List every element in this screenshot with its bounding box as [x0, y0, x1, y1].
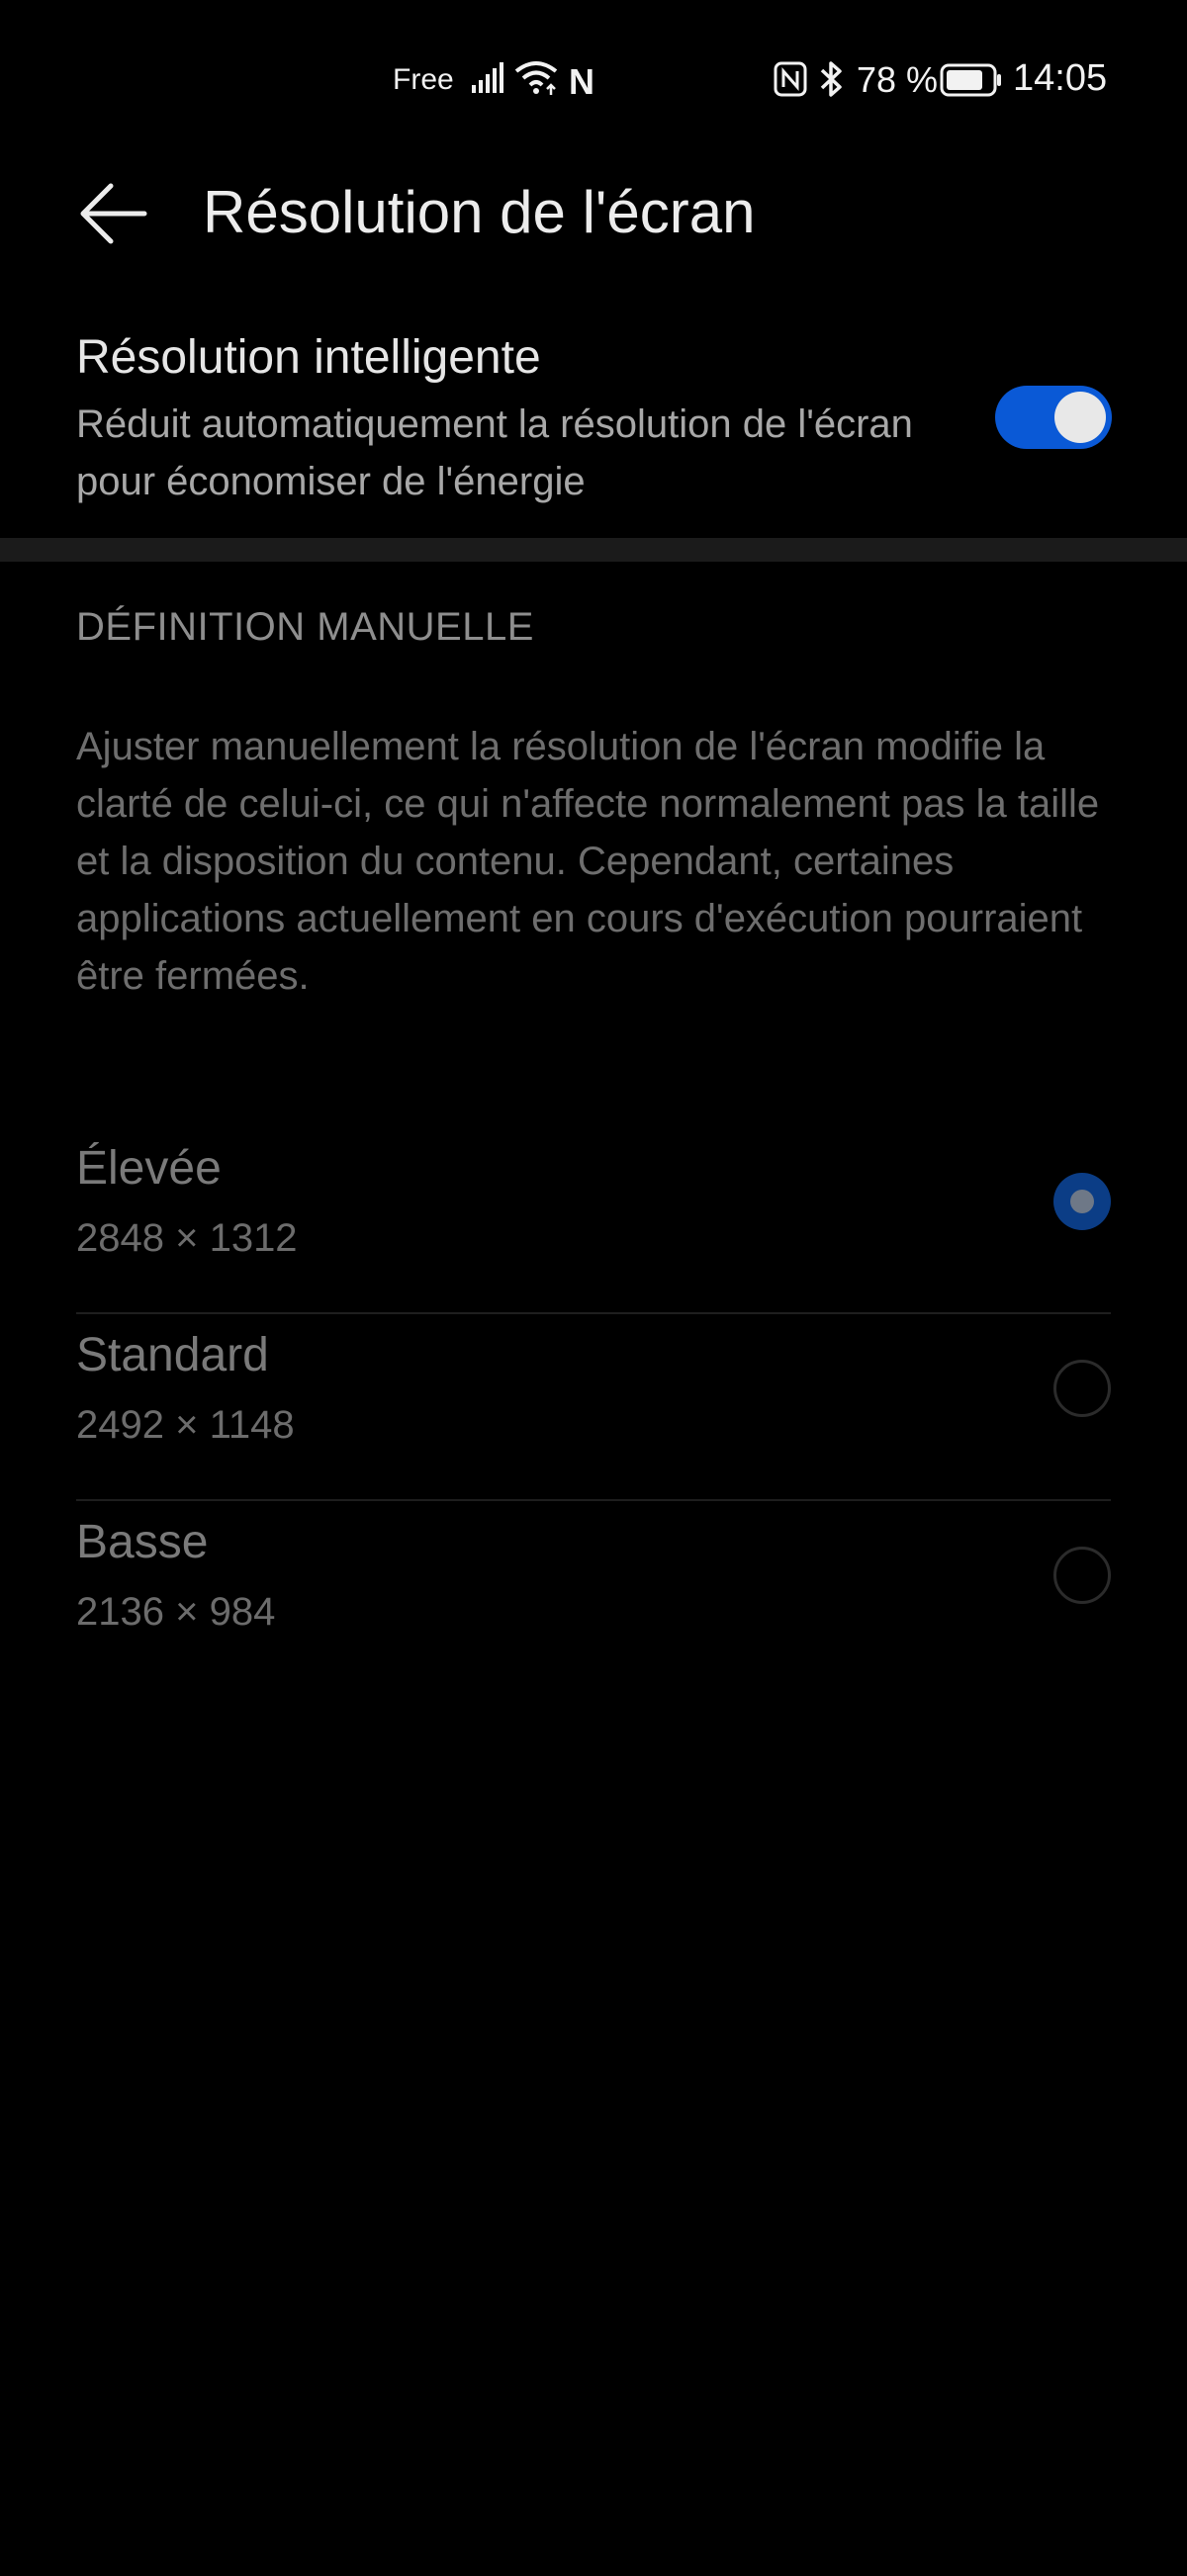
- radio-button-selected[interactable]: [1053, 1173, 1111, 1230]
- manual-section-description: Ajuster manuellement la résolution de l'…: [76, 725, 1100, 998]
- page-title: Résolution de l'écran: [203, 179, 756, 245]
- option-resolution: 2136 × 984: [76, 1590, 276, 1634]
- resolution-option-high[interactable]: Élevée 2848 × 1312: [76, 1127, 1111, 1312]
- resolution-options: Élevée 2848 × 1312 Standard 2492 × 1148 …: [76, 1127, 1111, 1686]
- option-label: Élevée: [76, 1142, 222, 1195]
- smart-resolution-toggle[interactable]: [995, 386, 1112, 449]
- back-arrow-icon: [77, 183, 148, 253]
- wifi-icon: [514, 59, 558, 102]
- battery-icon: [940, 63, 1003, 102]
- nfc-icon: [774, 61, 807, 102]
- bluetooth-icon: [819, 59, 845, 104]
- radio-button[interactable]: [1053, 1360, 1111, 1417]
- app-bar: Résolution de l'écran: [0, 158, 1187, 262]
- radio-dot: [1070, 1190, 1094, 1213]
- battery-percentage: 78 %: [857, 59, 939, 100]
- signal-icon: [470, 61, 505, 102]
- option-label: Standard: [76, 1329, 269, 1381]
- smart-resolution-title: Résolution intelligente: [76, 331, 541, 384]
- section-divider: [0, 538, 1187, 562]
- n-icon: N: [569, 61, 594, 102]
- status-bar: Free N 78 % 14:05: [0, 0, 1187, 158]
- toggle-knob: [1054, 392, 1106, 443]
- smart-resolution-description: Réduit automatiquement la résolution de …: [76, 402, 913, 503]
- option-label: Basse: [76, 1516, 209, 1568]
- back-button[interactable]: [77, 178, 148, 249]
- clock: 14:05: [1013, 57, 1108, 99]
- radio-button[interactable]: [1053, 1547, 1111, 1604]
- resolution-option-low[interactable]: Basse 2136 × 984: [76, 1499, 1111, 1686]
- option-resolution: 2848 × 1312: [76, 1216, 298, 1260]
- resolution-option-standard[interactable]: Standard 2492 × 1148: [76, 1312, 1111, 1499]
- option-resolution: 2492 × 1148: [76, 1403, 295, 1447]
- smart-resolution-row[interactable]: Résolution intelligente Réduit automatiq…: [0, 316, 1187, 524]
- carrier-name: Free: [393, 63, 454, 96]
- manual-section-header: DÉFINITION MANUELLE: [76, 605, 534, 649]
